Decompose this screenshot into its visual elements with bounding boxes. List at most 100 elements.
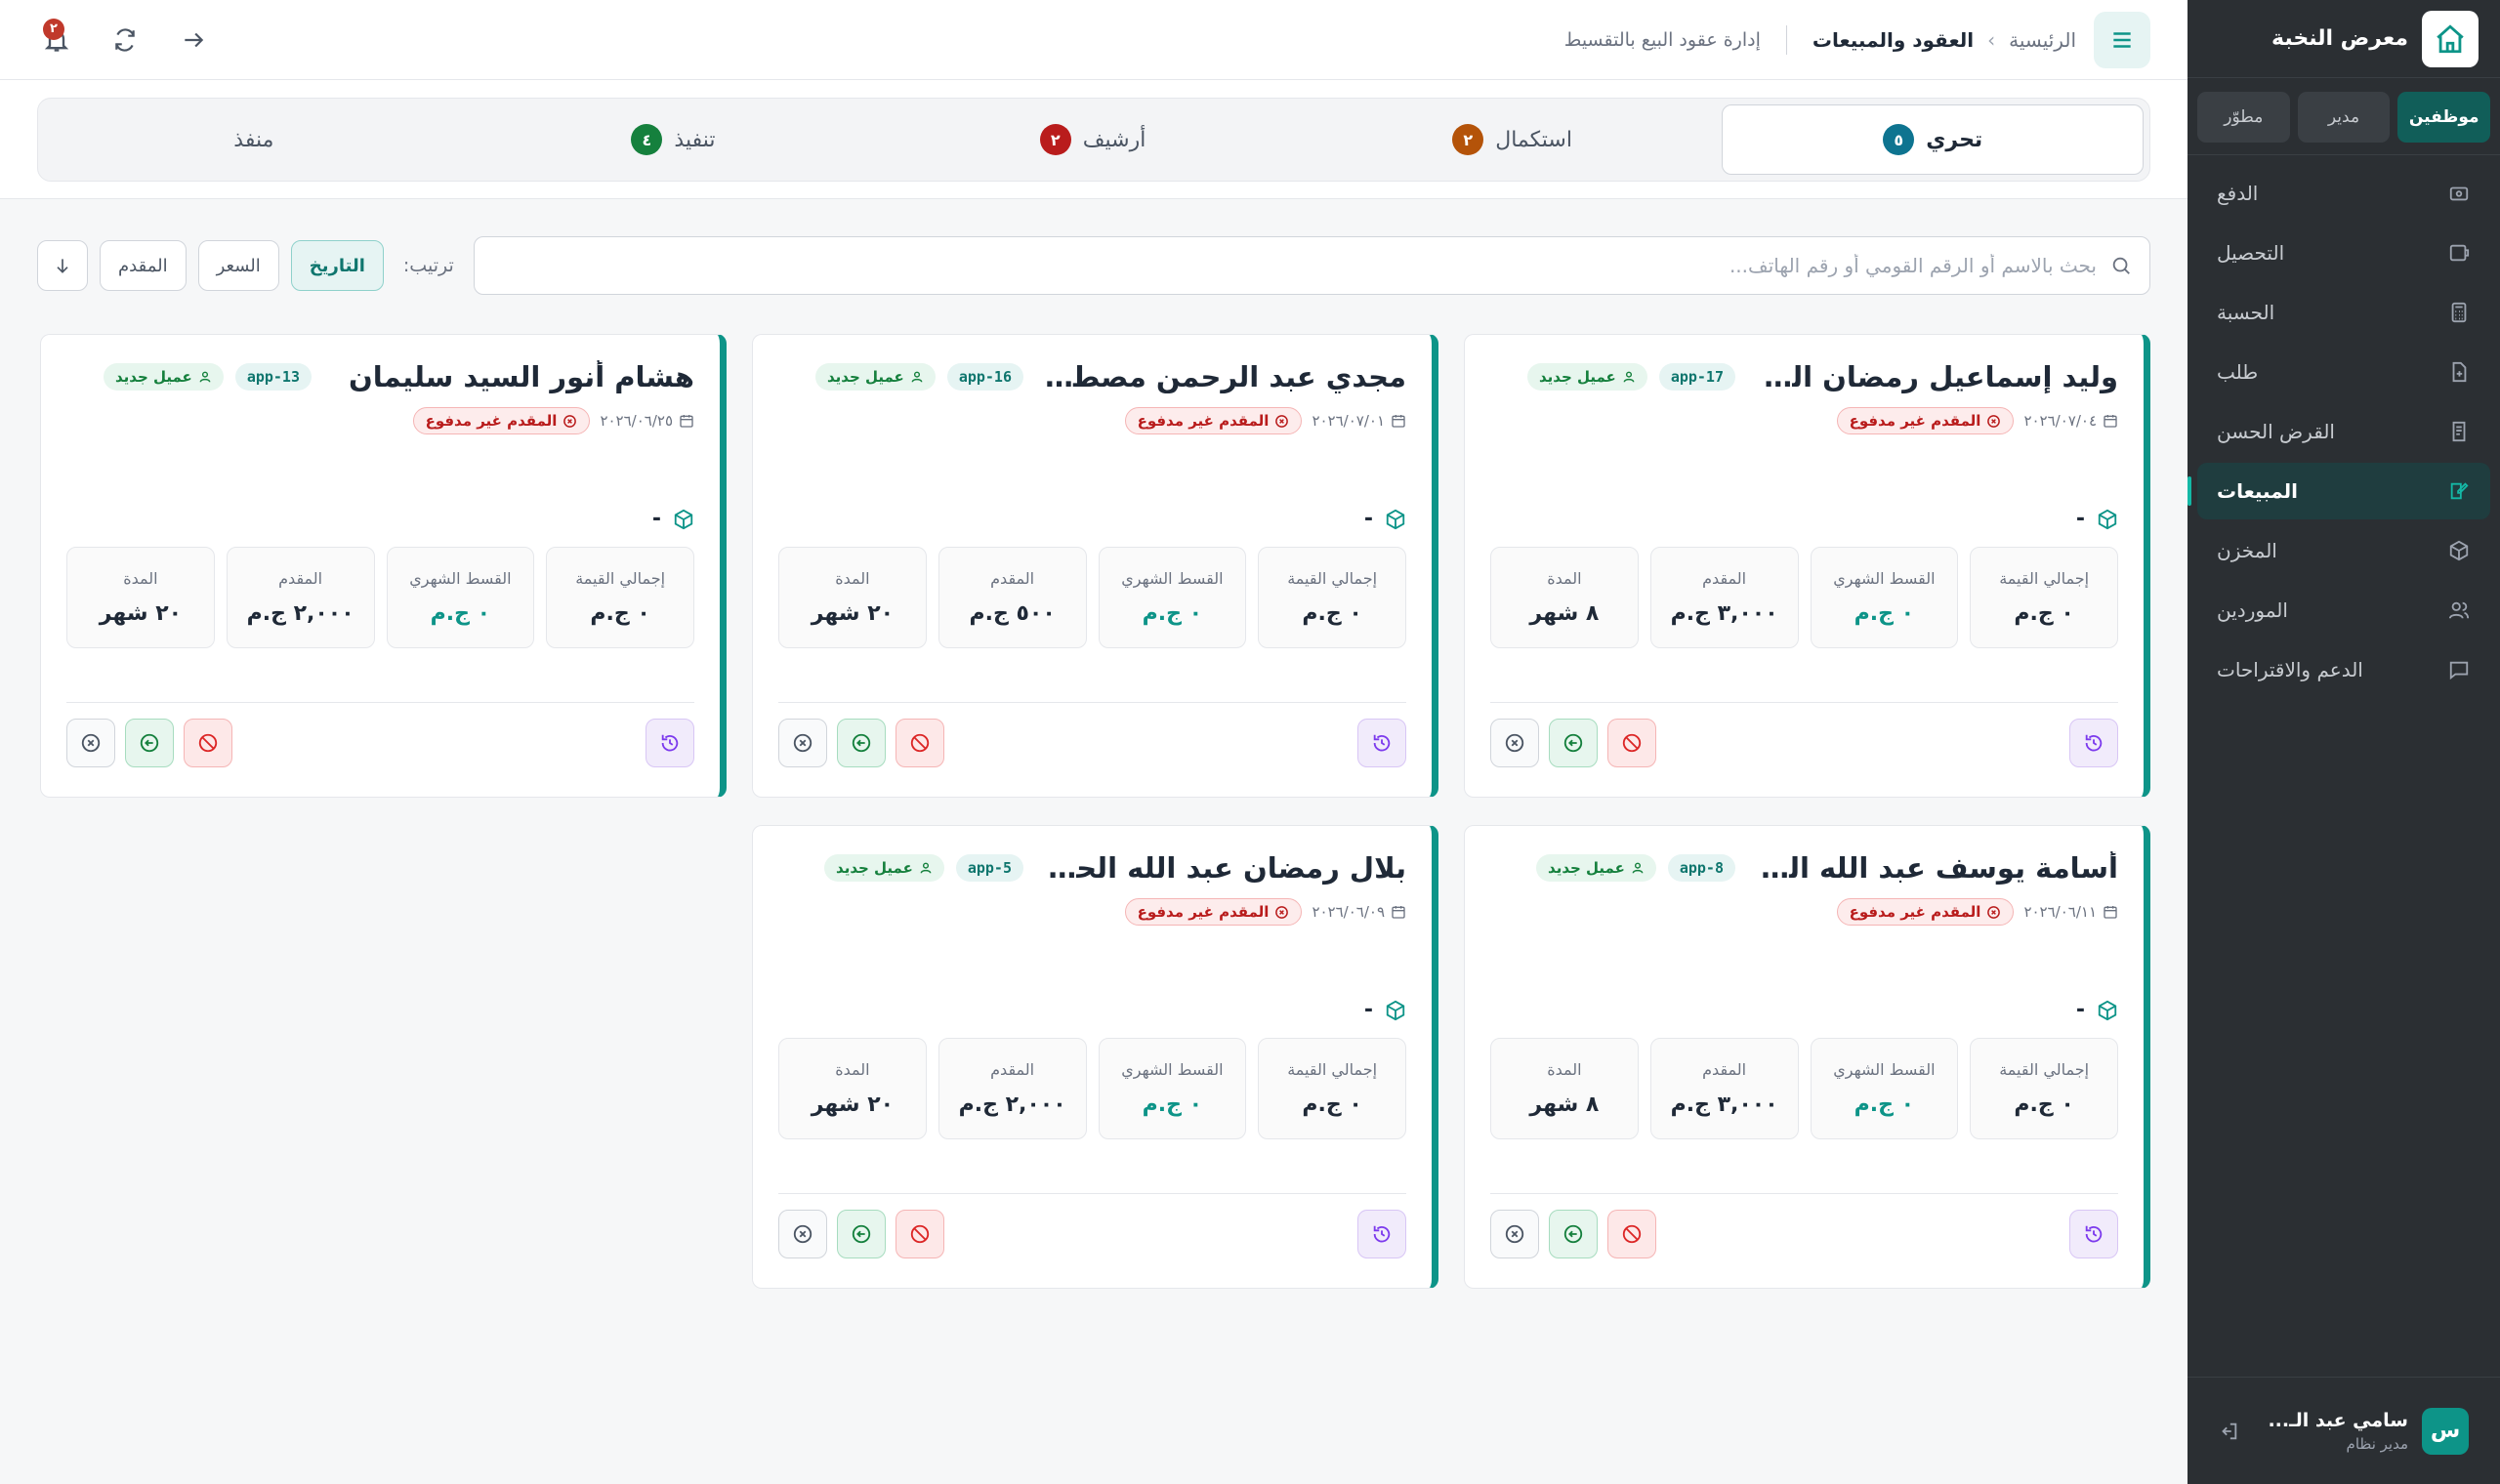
home-logo-icon — [2422, 10, 2479, 67]
contract-card[interactable]: بلال رمضان عبد الله الحديدي app-5 عميل ج… — [752, 825, 1438, 1289]
contract-date-value: ٢٠٢٦/٠٦/١١ — [2023, 903, 2097, 921]
stat-label: القسط الشهري — [1833, 569, 1936, 588]
history-button[interactable] — [1357, 719, 1406, 767]
sidebar-item-sales[interactable]: المبيعات — [2188, 463, 2490, 519]
stat-duration: المدة ٢٠ شهر — [778, 547, 927, 648]
contract-card[interactable]: وليد إسماعيل رمضان الشنـ... app-17 عميل … — [1464, 334, 2150, 798]
menu-icon — [2113, 31, 2131, 48]
sidebar-item-payment[interactable]: الدفع — [2197, 165, 2490, 222]
history-button[interactable] — [1357, 1210, 1406, 1258]
history-button[interactable] — [2069, 1210, 2118, 1258]
contract-date: ٢٠٢٦/٠٧/٠٤ — [2023, 412, 2118, 430]
contract-date-value: ٢٠٢٦/٠٦/٠٩ — [1312, 903, 1385, 921]
client-name: بلال رمضان عبد الله الحديدي — [1035, 851, 1406, 885]
product-row: - — [1490, 507, 2118, 531]
sidebar-item-suppliers[interactable]: الموردين — [2197, 582, 2490, 639]
card-subheader: ٢٠٢٦/٠٦/٠٩ المقدم غير مدفوع — [778, 898, 1406, 926]
advance-stage-button[interactable] — [837, 1210, 886, 1258]
stat-label: المقدم — [1702, 1060, 1747, 1079]
reject-button[interactable] — [1607, 719, 1656, 767]
reject-button[interactable] — [896, 719, 944, 767]
search-box — [473, 236, 2150, 295]
stat-label: المقدم — [278, 569, 323, 588]
contract-date-value: ٢٠٢٦/٠٦/٢٥ — [600, 412, 673, 430]
advance-stage-button[interactable] — [1549, 1210, 1598, 1258]
sidebar-item-warehouse[interactable]: المخزن — [2197, 522, 2490, 579]
main-content: الرئيسية › العقود والمبيعات إدارة عقود ا… — [0, 0, 2188, 1484]
stat-duration: المدة ٨ شهر — [1490, 1038, 1639, 1139]
x-circle-icon — [793, 1224, 812, 1244]
tab-execution[interactable]: تنفيذ ٤ — [464, 104, 884, 175]
stat-total: إجمالي القيمة ٠ ج.م — [546, 547, 694, 648]
tab-completion[interactable]: استكمال ٢ — [1303, 104, 1723, 175]
reject-button[interactable] — [184, 719, 232, 767]
advance-stage-button[interactable] — [1549, 719, 1598, 767]
user-icon — [199, 371, 211, 383]
stat-label: المقدم — [1702, 569, 1747, 588]
breadcrumb: الرئيسية › العقود والمبيعات إدارة عقود ا… — [1563, 24, 2076, 55]
sort-by-price-button[interactable]: السعر — [197, 240, 279, 291]
chat-icon — [2447, 658, 2471, 681]
product-name: - — [651, 507, 661, 531]
stat-monthly: القسط الشهري ٠ ج.م — [1098, 547, 1247, 648]
chevron-left-icon: › — [1987, 27, 1996, 52]
close-button[interactable] — [1490, 1210, 1539, 1258]
card-actions — [1490, 702, 2118, 767]
history-button[interactable] — [2069, 719, 2118, 767]
new-client-label: عميل جديد — [115, 368, 192, 386]
contract-card[interactable]: مجدي عبد الرحمن مصطفى... app-16 عميل جدي… — [752, 334, 1438, 798]
stat-label: المقدم — [990, 1060, 1035, 1079]
sidebar-item-loan[interactable]: القرض الحسن — [2197, 403, 2490, 460]
reject-button[interactable] — [1607, 1210, 1656, 1258]
tab-archive[interactable]: أرشيف ٢ — [883, 104, 1303, 175]
breadcrumb-home[interactable]: الرئيسية — [2009, 28, 2076, 52]
new-client-badge: عميل جديد — [824, 854, 944, 882]
contract-card[interactable]: هشام أنور السيد سليمان app-13 عميل جديد … — [40, 334, 727, 798]
unpaid-label: المقدم غير مدفوع — [1849, 903, 1981, 921]
user-icon — [920, 862, 932, 874]
tab-executed[interactable]: منفذ — [44, 104, 464, 175]
refresh-button[interactable] — [105, 21, 145, 60]
application-id-badge: app-5 — [955, 854, 1023, 882]
stat-label: المدة — [123, 569, 158, 588]
avatar: س — [2422, 1407, 2469, 1455]
sidebar: معرض النخبة موظفين مدير مطوّر الدفع التح… — [2188, 0, 2500, 1484]
application-id-badge: app-17 — [1658, 363, 1735, 391]
menu-button[interactable] — [2094, 11, 2150, 68]
sort-direction-button[interactable] — [37, 240, 88, 291]
role-manager-button[interactable]: مدير — [2297, 92, 2391, 143]
contract-date: ٢٠٢٦/٠٦/١١ — [2023, 903, 2118, 921]
notifications-button[interactable]: ٢ — [37, 18, 76, 60]
sort-by-date-button[interactable]: التاريخ — [290, 240, 384, 291]
tab-investigation[interactable]: تحري ٥ — [1722, 104, 2144, 175]
stat-value: ٠ ج.م — [590, 601, 650, 626]
x-circle-icon — [81, 733, 101, 753]
sidebar-item-calculator[interactable]: الحسبة — [2197, 284, 2490, 341]
sidebar-nav: الدفع التحصيل الحسبة طلب القرض الحسن الم… — [2188, 155, 2500, 711]
client-name: هشام أنور السيد سليمان — [349, 360, 694, 393]
logout-button[interactable] — [2209, 1412, 2248, 1451]
role-staff-button[interactable]: موظفين — [2397, 92, 2490, 143]
contract-card[interactable]: أسامة يوسف عبد الله المصـ... app-8 عميل … — [1464, 825, 2150, 1289]
search-input[interactable] — [491, 254, 2097, 277]
close-button[interactable] — [66, 719, 115, 767]
close-button[interactable] — [778, 719, 827, 767]
history-button[interactable] — [646, 719, 694, 767]
reject-button[interactable] — [896, 1210, 944, 1258]
box-icon — [2447, 539, 2471, 562]
advance-stage-button[interactable] — [125, 719, 174, 767]
role-developer-button[interactable]: مطوّر — [2196, 92, 2290, 143]
sidebar-item-collection[interactable]: التحصيل — [2197, 225, 2490, 281]
arrow-circle-icon — [852, 733, 871, 753]
close-button[interactable] — [778, 1210, 827, 1258]
forward-button[interactable] — [174, 21, 213, 60]
sort-by-downpayment-button[interactable]: المقدم — [100, 240, 187, 291]
brand: معرض النخبة — [2188, 0, 2500, 78]
advance-stage-button[interactable] — [837, 719, 886, 767]
close-button[interactable] — [1490, 719, 1539, 767]
page-subtitle: إدارة عقود البيع بالتقسيط — [1563, 28, 1761, 51]
calendar-icon — [2104, 906, 2117, 919]
sidebar-item-request[interactable]: طلب — [2197, 344, 2490, 400]
stat-value: ٢,٠٠٠ ج.م — [958, 1092, 1066, 1117]
sidebar-item-support[interactable]: الدعم والاقتراحات — [2197, 641, 2490, 698]
